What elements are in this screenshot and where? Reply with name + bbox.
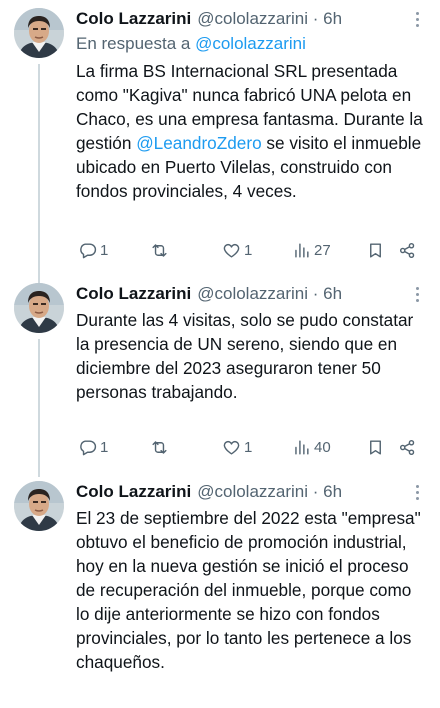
bookmark-icon [370,242,381,258]
bookmark-button[interactable] [366,241,385,260]
tweet-text: El 23 de septiembre del 2022 esta "empre… [76,508,426,672]
tweet-time: · 6h [308,284,343,303]
mention-link[interactable]: @LeandroZdero [136,133,261,153]
retweet-button[interactable] [150,438,169,457]
reply-count: 1 [100,438,109,456]
reply-button[interactable]: 1 [78,438,108,457]
heart-icon [223,440,240,455]
tweet-content: Colo Lazzarini @cololazzarini · 6h En re… [76,8,426,203]
share-icon [399,242,415,258]
author-name[interactable]: Colo Lazzarini [76,283,191,305]
avatar[interactable] [14,283,64,333]
share-button[interactable] [398,241,417,260]
reply-icon [80,439,97,455]
bookmark-icon [370,439,381,455]
reply-count: 1 [100,241,109,259]
thread-line [38,64,40,284]
views-icon [295,439,309,455]
reply-button[interactable]: 1 [78,241,108,260]
bookmark-button[interactable] [366,438,385,457]
author-handle[interactable]: @cololazzarini · 6h [197,481,342,503]
more-options-icon[interactable] [416,485,420,503]
tweet-2-actions: 1 1 40 [76,437,426,457]
author-handle[interactable]: @cololazzarini · 6h [197,283,342,305]
like-count: 1 [244,438,253,456]
more-options-icon[interactable] [416,287,420,305]
view-count: 27 [314,241,331,259]
tweet-time: · 6h [308,9,343,28]
tweet-1-actions: 1 1 27 [76,240,426,260]
thread-feed: Colo Lazzarini @cololazzarini · 6h En re… [0,0,440,708]
reply-icon [80,242,97,258]
retweet-icon [152,243,167,257]
tweet-text: La firma BS Internacional SRL presentada… [76,61,428,201]
tweet-time: · 6h [308,482,343,501]
view-count: 40 [314,438,331,456]
author-name[interactable]: Colo Lazzarini [76,481,191,503]
views-icon [295,242,309,258]
share-icon [399,439,415,455]
retweet-button[interactable] [150,241,169,260]
tweet-content: Colo Lazzarini @cololazzarini · 6h El 23… [76,481,426,674]
tweet-text: Durante las 4 visitas, solo se pudo cons… [76,310,419,402]
like-button[interactable]: 1 [222,438,252,457]
share-button[interactable] [398,438,417,457]
tweet-header: Colo Lazzarini @cololazzarini · 6h [76,283,426,305]
thread-line [38,339,40,477]
tweet-content: Colo Lazzarini @cololazzarini · 6h Duran… [76,283,426,404]
author-handle[interactable]: @cololazzarini · 6h [197,8,342,30]
reply-context: En respuesta a @cololazzarini [76,34,306,53]
more-options-icon[interactable] [416,12,420,30]
heart-icon [223,243,240,258]
avatar[interactable] [14,8,64,58]
views-button[interactable]: 27 [292,241,331,260]
reply-mention-link[interactable]: @cololazzarini [195,34,306,53]
views-button[interactable]: 40 [292,438,331,457]
like-count: 1 [244,241,253,259]
like-button[interactable]: 1 [222,241,252,260]
author-name[interactable]: Colo Lazzarini [76,8,191,30]
tweet-header: Colo Lazzarini @cololazzarini · 6h [76,481,426,503]
tweet-header: Colo Lazzarini @cololazzarini · 6h [76,8,426,30]
avatar[interactable] [14,481,64,531]
retweet-icon [152,440,167,454]
